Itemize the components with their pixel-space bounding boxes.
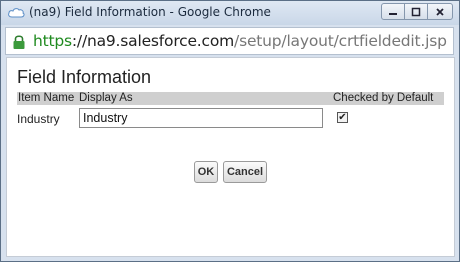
lock-icon <box>13 35 25 49</box>
address-bar[interactable]: https://na9.salesforce.com/setup/layout/… <box>5 27 454 55</box>
url-scheme: https <box>33 32 72 50</box>
title-bar[interactable]: (na9) Field Information - Google Chrome <box>1 1 459 25</box>
url-text[interactable]: https://na9.salesforce.com/setup/layout/… <box>33 32 447 50</box>
header-item-name: Item Name <box>18 92 75 104</box>
url-path: /setup/layout/crtfieldedit.jsp <box>234 32 447 50</box>
item-name-cell: Industry <box>17 112 60 126</box>
url-host: ://na9.salesforce.com <box>71 32 235 50</box>
maximize-icon[interactable] <box>404 3 428 20</box>
display-as-input[interactable] <box>79 108 323 128</box>
page-title: Field Information <box>17 67 152 87</box>
table-header: Item Name Display As Checked by Default <box>17 92 444 105</box>
minimize-icon[interactable] <box>381 3 405 20</box>
header-display-as: Display As <box>79 92 133 104</box>
close-icon[interactable] <box>427 3 453 20</box>
cloud-icon <box>8 8 25 18</box>
window-title: (na9) Field Information - Google Chrome <box>29 5 271 19</box>
page-content: Field Information Item Name Display As C… <box>6 57 455 257</box>
browser-window: (na9) Field Information - Google Chrome … <box>0 0 460 262</box>
header-checked-by-default: Checked by Default <box>333 92 434 104</box>
checked-by-default-checkbox[interactable]: ✔ <box>337 112 348 123</box>
cancel-button[interactable]: Cancel <box>223 161 267 183</box>
ok-button[interactable]: OK <box>194 161 218 183</box>
